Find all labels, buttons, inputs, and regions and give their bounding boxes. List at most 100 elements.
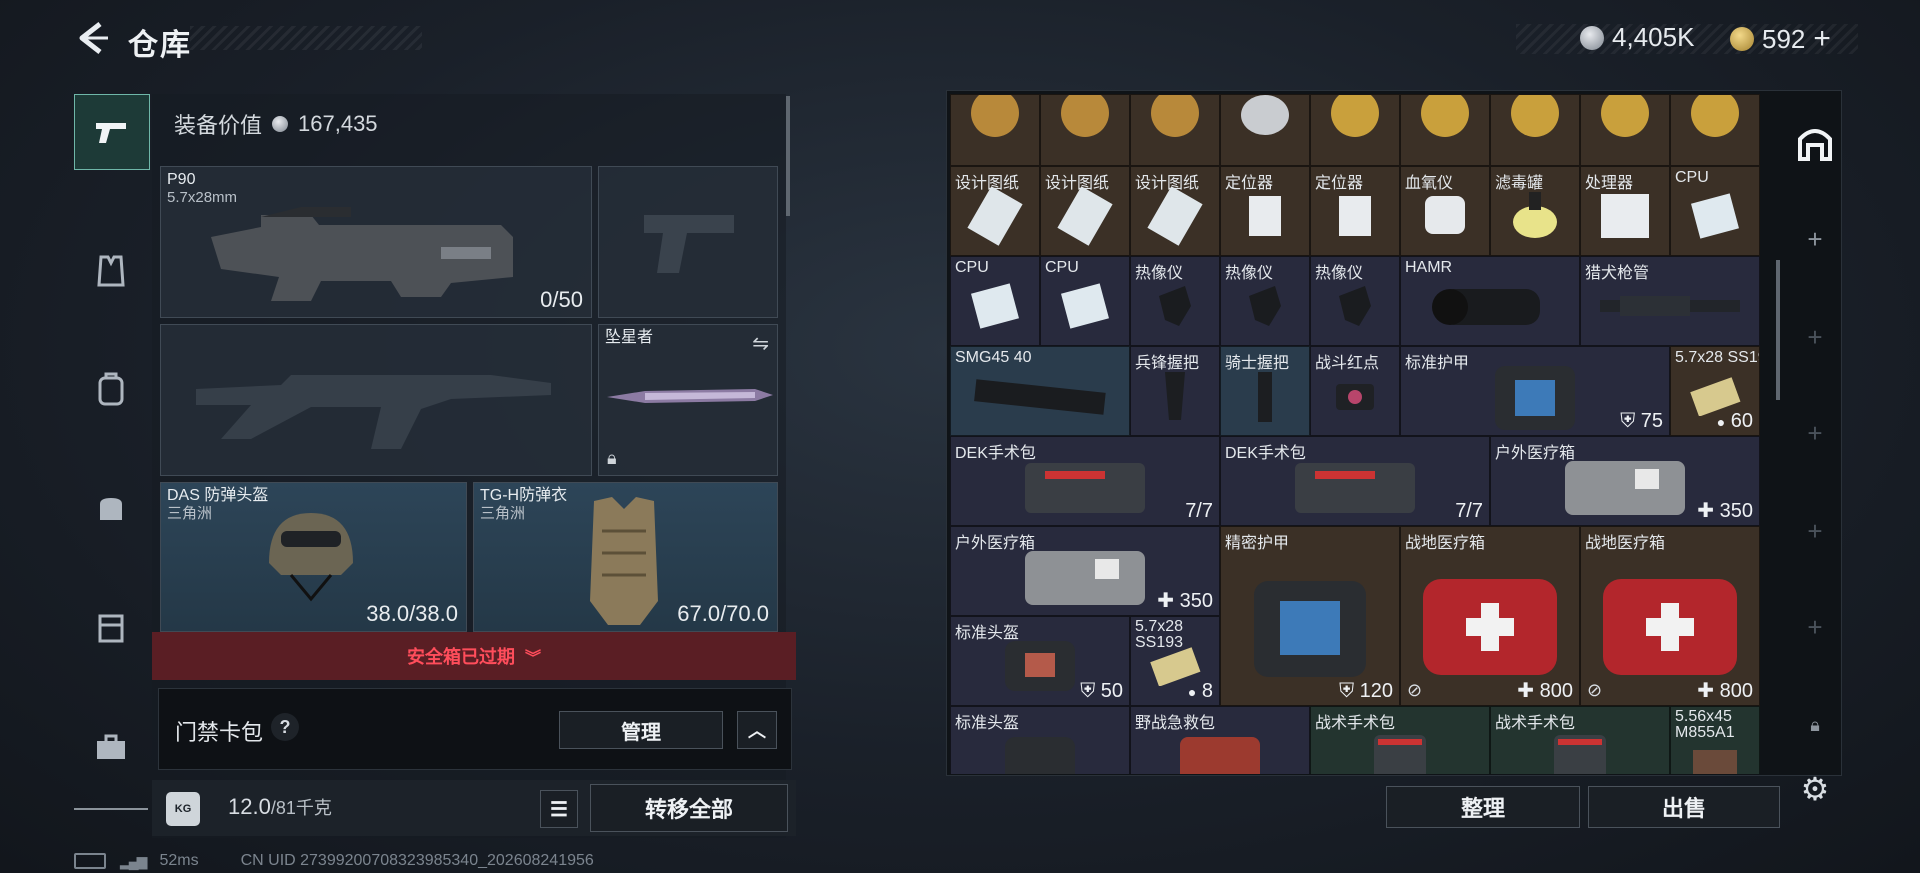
secondary-weapon-slot[interactable] bbox=[160, 324, 592, 476]
inventory-item[interactable]: 户外医疗箱 ✚ 350 bbox=[950, 526, 1220, 616]
settings-button[interactable]: ⚙ bbox=[1790, 764, 1840, 814]
warehouse-tab[interactable] bbox=[1790, 118, 1840, 168]
battery-icon bbox=[74, 853, 106, 869]
inventory-item[interactable]: SMG45 40 bbox=[950, 346, 1130, 436]
swap-icon[interactable]: ⇋ bbox=[752, 331, 769, 356]
inventory-item[interactable]: 5.56x45 M855A1 bbox=[1670, 706, 1760, 774]
inventory-item[interactable]: 设计图纸 bbox=[950, 166, 1040, 256]
heal-plus-icon: ✚ bbox=[1157, 590, 1175, 612]
inventory-item[interactable] bbox=[1580, 94, 1670, 166]
manage-button[interactable]: 管理 bbox=[559, 711, 723, 749]
inventory-item[interactable]: 血氧仪 bbox=[1400, 166, 1490, 256]
inventory-item[interactable] bbox=[1220, 94, 1310, 166]
keycard-bag-panel: 门禁卡包 ? 管理 ︿ bbox=[158, 688, 792, 770]
helmet-slot[interactable]: DAS 防弹头盔 三角洲 38.0/38.0 bbox=[160, 482, 467, 632]
surgical-kit-item-image bbox=[1295, 463, 1415, 514]
inventory-item[interactable]: 5.7x28 SS193● 60 bbox=[1670, 346, 1760, 436]
sort-button[interactable]: 整理 bbox=[1386, 786, 1580, 828]
armor-durability: 67.0/70.0 bbox=[677, 601, 769, 626]
list-view-button[interactable]: ☰ bbox=[540, 790, 578, 828]
nav-backpack[interactable] bbox=[74, 352, 148, 426]
inventory-item[interactable] bbox=[950, 94, 1040, 166]
inventory-item[interactable]: 战术手术包 bbox=[1490, 706, 1670, 774]
armor-bag-item-image bbox=[1495, 366, 1575, 431]
inventory-item[interactable]: 战术手术包 bbox=[1310, 706, 1490, 774]
inventory-item[interactable]: 定位器 bbox=[1310, 166, 1400, 256]
nav-container[interactable] bbox=[74, 590, 148, 664]
helmet-bag-item-image bbox=[1005, 641, 1075, 692]
loadout-scrollbar[interactable] bbox=[786, 96, 790, 216]
add-currency-button[interactable]: + bbox=[1813, 22, 1831, 56]
inventory-item[interactable]: 战地医疗箱 ⊘ ✚ 800 bbox=[1580, 526, 1760, 706]
inventory-item[interactable]: 精密护甲 ⛨ 120 bbox=[1220, 526, 1400, 706]
add-tab-button[interactable]: + bbox=[1790, 312, 1840, 362]
inventory-item[interactable]: HAMR bbox=[1400, 256, 1580, 346]
no-stack-icon: ⊘ bbox=[1587, 680, 1603, 700]
safe-box-expired-bar[interactable]: 安全箱已过期 ︾ bbox=[152, 632, 796, 680]
page-title: 仓库 bbox=[128, 29, 192, 62]
inventory-item[interactable]: CPU bbox=[950, 256, 1040, 346]
warehouse-icon bbox=[1798, 129, 1832, 161]
inventory-item[interactable] bbox=[1490, 94, 1580, 166]
helmet-durability: 38.0/38.0 bbox=[366, 601, 458, 626]
inventory-item[interactable]: 热像仪 bbox=[1310, 256, 1400, 346]
add-tab-button[interactable]: + bbox=[1790, 602, 1840, 652]
ammo-dot-icon: ● bbox=[1716, 414, 1726, 430]
inventory-item[interactable] bbox=[1670, 94, 1760, 166]
magazine-item-image bbox=[974, 379, 1106, 415]
nav-toolbox[interactable] bbox=[74, 710, 148, 784]
plus-icon: + bbox=[1807, 515, 1823, 546]
inventory-item[interactable] bbox=[1400, 94, 1490, 166]
inventory-item[interactable] bbox=[1130, 94, 1220, 166]
heal-plus-icon: ✚ bbox=[1697, 680, 1715, 702]
primary-weapon-slot[interactable]: P90 5.7x28mm 0/50 bbox=[160, 166, 592, 318]
inventory-item[interactable]: 热像仪 bbox=[1130, 256, 1220, 346]
inventory-item[interactable]: 定位器 bbox=[1220, 166, 1310, 256]
inventory-item[interactable]: 猎犬枪管 bbox=[1580, 256, 1760, 346]
inventory-item[interactable]: 标准头盔 bbox=[950, 706, 1130, 774]
inventory-item[interactable] bbox=[1040, 94, 1130, 166]
inventory-item[interactable]: 战斗红点 bbox=[1310, 346, 1400, 436]
p90-weapon-image bbox=[211, 207, 513, 301]
nav-weapons[interactable] bbox=[74, 94, 150, 170]
inventory-item[interactable]: 热像仪 bbox=[1220, 256, 1310, 346]
inventory-item[interactable] bbox=[1310, 94, 1400, 166]
help-icon[interactable]: ? bbox=[271, 713, 299, 741]
inventory-item[interactable]: 兵锋握把 bbox=[1130, 346, 1220, 436]
nav-pouch[interactable] bbox=[74, 470, 148, 544]
sidearm-slot[interactable] bbox=[598, 166, 778, 318]
oximeter-item-image bbox=[1425, 196, 1465, 235]
inventory-item[interactable]: 战地医疗箱 ⊘ ✚ 800 bbox=[1400, 526, 1580, 706]
nav-chest-rig[interactable] bbox=[74, 234, 148, 308]
inventory-item[interactable]: DEK手术包 7/7 bbox=[1220, 436, 1490, 526]
inventory-item[interactable]: 设计图纸 bbox=[1130, 166, 1220, 256]
inventory-item[interactable]: 野战急救包 bbox=[1130, 706, 1310, 774]
ammo-box-item-image bbox=[1693, 750, 1737, 774]
back-button[interactable] bbox=[74, 20, 110, 56]
plus-icon: + bbox=[1807, 223, 1823, 254]
armor-slot[interactable]: TG-H防弹衣 三角洲 67.0/70.0 bbox=[473, 482, 778, 632]
user-uid: CN UID 27399200708323985340_202608241956 bbox=[240, 852, 594, 869]
grip-item-image bbox=[1258, 372, 1272, 423]
inventory-item[interactable]: 标准头盔 ⛨ 50 bbox=[950, 616, 1130, 706]
inventory-item[interactable]: 设计图纸 bbox=[1040, 166, 1130, 256]
inventory-item[interactable]: 骑士握把 bbox=[1220, 346, 1310, 436]
inventory-item[interactable]: CPU bbox=[1040, 256, 1130, 346]
sell-button[interactable]: 出售 bbox=[1588, 786, 1780, 828]
inventory-item[interactable]: 标准护甲 ⛨ 75 bbox=[1400, 346, 1670, 436]
inventory-item[interactable]: 滤毒罐 bbox=[1490, 166, 1580, 256]
melee-slot[interactable]: 坠星者 ⇋ 🔒︎ bbox=[598, 324, 778, 476]
shield-icon: ⛨ bbox=[1339, 680, 1355, 702]
collapse-button[interactable]: ︿ bbox=[737, 711, 777, 749]
add-tab-button[interactable]: + bbox=[1790, 408, 1840, 458]
inventory-item[interactable]: 处理器 bbox=[1580, 166, 1670, 256]
inventory-item[interactable]: 户外医疗箱 ✚ 350 bbox=[1490, 436, 1760, 526]
inventory-item[interactable]: DEK手术包 7/7 bbox=[950, 436, 1220, 526]
inventory-item[interactable]: 5.7x28 SS193 ● 8 bbox=[1130, 616, 1220, 706]
add-tab-button[interactable]: + bbox=[1790, 214, 1840, 264]
add-tab-button[interactable]: + bbox=[1790, 506, 1840, 556]
transfer-all-button[interactable]: 转移全部 bbox=[590, 784, 788, 832]
inventory-item[interactable]: CPU bbox=[1670, 166, 1760, 256]
inventory-scrollbar[interactable] bbox=[1776, 260, 1780, 400]
armor-name: TG-H防弹衣 bbox=[480, 487, 568, 504]
